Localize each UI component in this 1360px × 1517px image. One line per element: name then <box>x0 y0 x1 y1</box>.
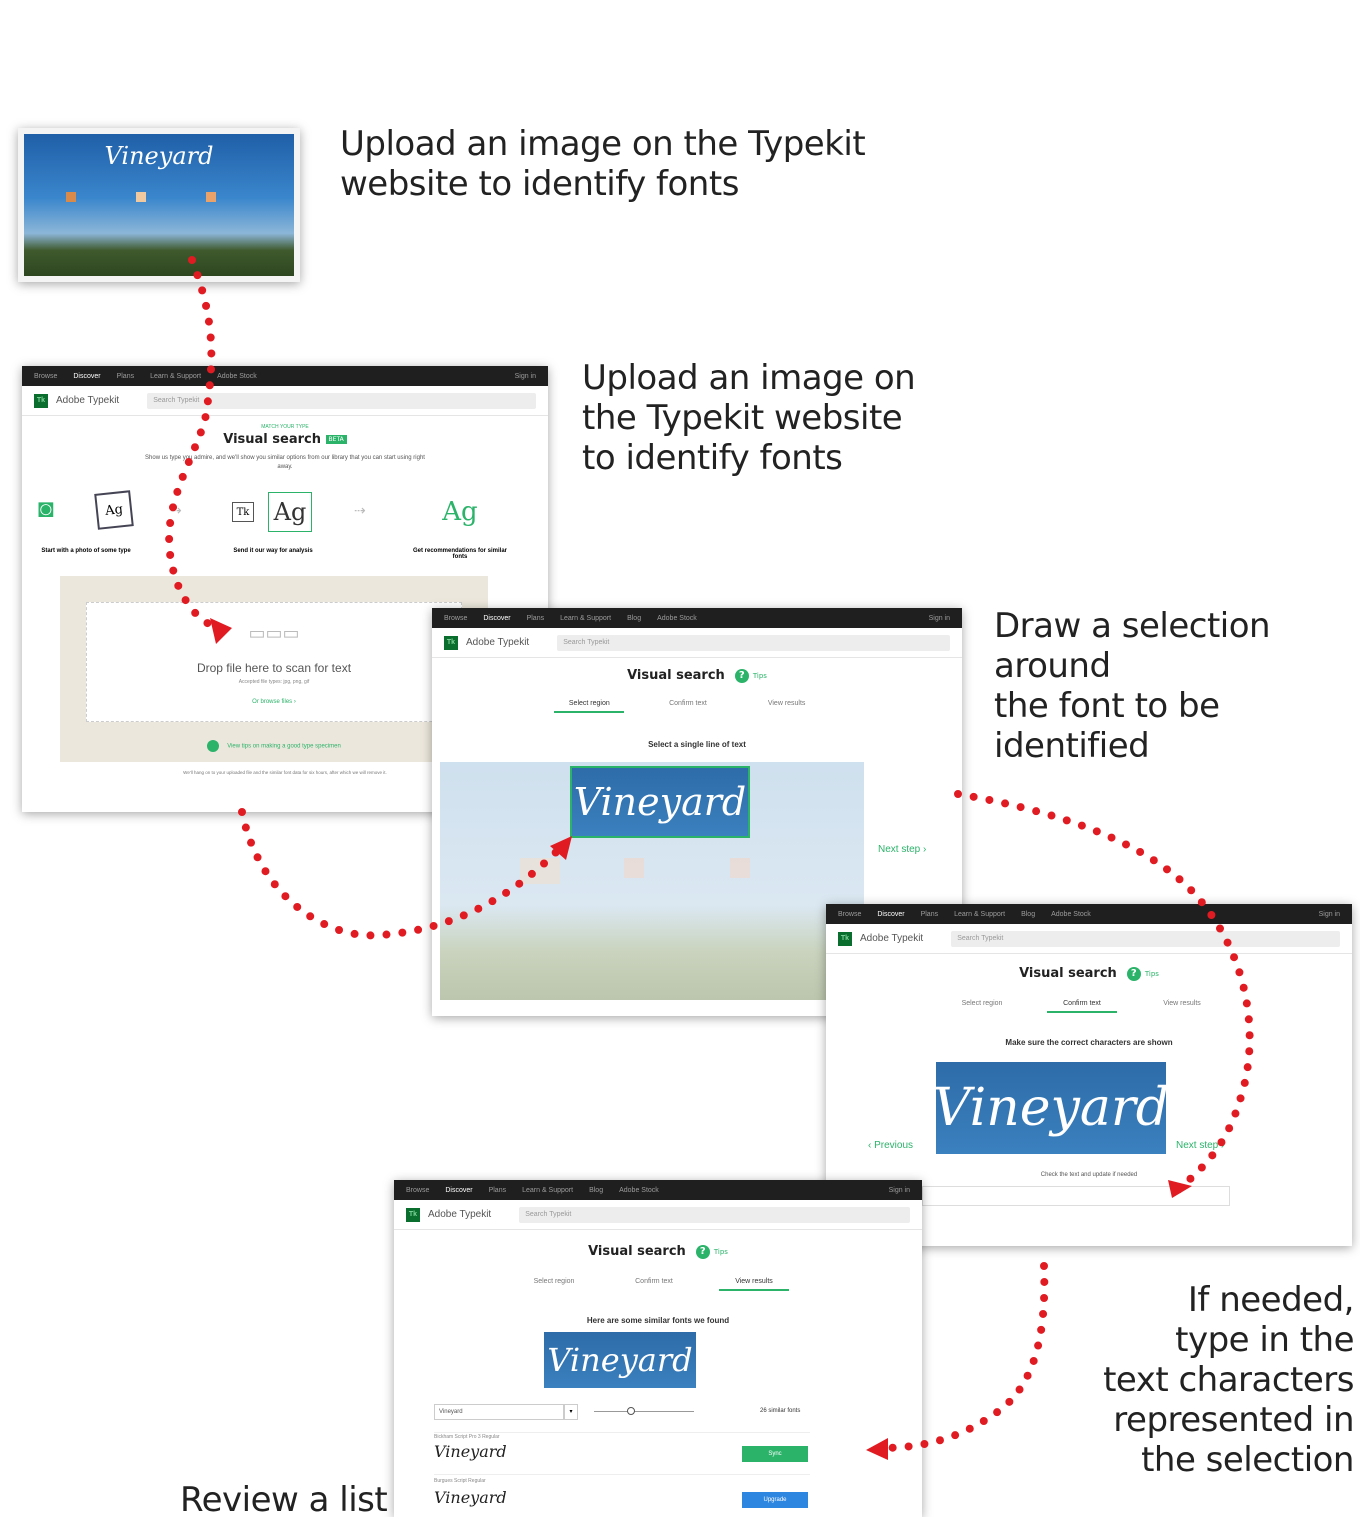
typekit-visual-search-diagram: Upload an image on the Typekit website t… <box>0 0 1360 1517</box>
flow-arrows <box>165 256 1254 1460</box>
arrow-3-path <box>954 790 1254 1194</box>
arrowhead-4 <box>866 1438 888 1460</box>
arrowhead-2 <box>550 836 572 860</box>
arrow-2-path <box>238 808 566 940</box>
arrowhead-1 <box>210 618 232 644</box>
arrow-4-path <box>876 1262 1049 1452</box>
arrow-1-path <box>165 256 226 634</box>
arrowhead-3 <box>1168 1180 1192 1198</box>
